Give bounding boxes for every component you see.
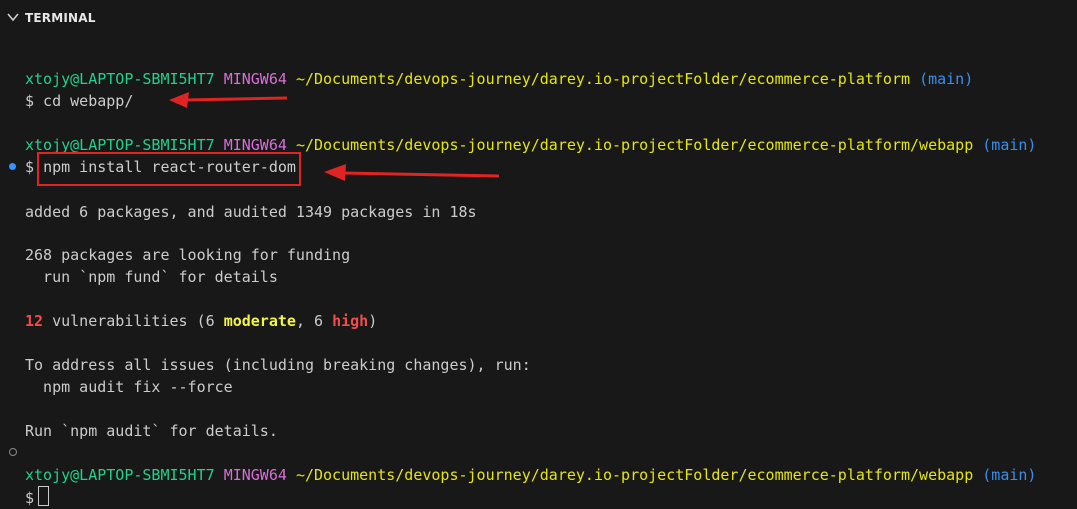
vulnerability-count: 12: [25, 312, 44, 330]
prompt-path: ~/Documents/devops-journey/darey.io-proj…: [295, 136, 974, 154]
prompt-msys: MINGW64: [223, 466, 287, 484]
prompt-msys: MINGW64: [223, 70, 287, 88]
output-line: Run `npm audit` for details.: [25, 422, 278, 440]
prompt-branch: (main): [982, 136, 1037, 154]
prompt-path: ~/Documents/devops-journey/darey.io-proj…: [295, 70, 911, 88]
prompt-line: xtojy@LAPTOP-SBMI5HT7 MINGW64 ~/Document…: [25, 464, 1036, 486]
vulnerability-text: vulnerabilities (6: [43, 312, 224, 330]
output-line: added 6 packages, and audited 1349 packa…: [25, 203, 477, 221]
terminal-header[interactable]: TERMINAL: [0, 0, 1077, 36]
output-line: To address all issues (including breakin…: [25, 356, 531, 374]
command-success-icon[interactable]: [9, 163, 16, 170]
output-line: run `npm fund` for details: [25, 268, 278, 286]
output-line: 268 packages are looking for funding: [25, 246, 351, 264]
annotation-highlight-box: [37, 152, 301, 186]
prompt-symbol: $: [25, 158, 35, 176]
prompt-line: xtojy@LAPTOP-SBMI5HT7 MINGW64 ~/Document…: [25, 68, 973, 90]
terminal-panel: TERMINAL xtojy@LAPTOP-SBMI5HT7 MINGW64 ~…: [0, 0, 1077, 509]
output-line: npm audit fix --force: [25, 378, 233, 396]
command-line: $ cd webapp/: [25, 92, 134, 110]
terminal-cursor[interactable]: [38, 486, 50, 506]
vulnerability-text: ): [368, 312, 378, 330]
vulnerability-line: 12 vulnerabilities (6 moderate, 6 high): [25, 310, 377, 332]
prompt-path: ~/Documents/devops-journey/darey.io-proj…: [295, 466, 974, 484]
high-label: high: [332, 312, 369, 330]
prompt-branch: (main): [982, 466, 1037, 484]
annotation-arrow-icon: [324, 164, 500, 181]
terminal-output[interactable]: xtojy@LAPTOP-SBMI5HT7 MINGW64 ~/Document…: [0, 36, 1077, 509]
terminal-title: TERMINAL: [25, 11, 96, 25]
prompt-user: xtojy@LAPTOP-SBMI5HT7: [25, 70, 215, 88]
command-pending-icon[interactable]: [9, 448, 17, 456]
moderate-label: moderate: [223, 312, 296, 330]
chevron-down-icon[interactable]: [6, 10, 20, 24]
prompt-symbol: $: [25, 489, 35, 507]
active-prompt-line[interactable]: $: [25, 486, 50, 508]
prompt-branch: (main): [919, 70, 974, 88]
prompt-user: xtojy@LAPTOP-SBMI5HT7: [25, 466, 215, 484]
annotation-arrow-icon: [169, 92, 288, 108]
vulnerability-text: , 6: [295, 312, 333, 330]
